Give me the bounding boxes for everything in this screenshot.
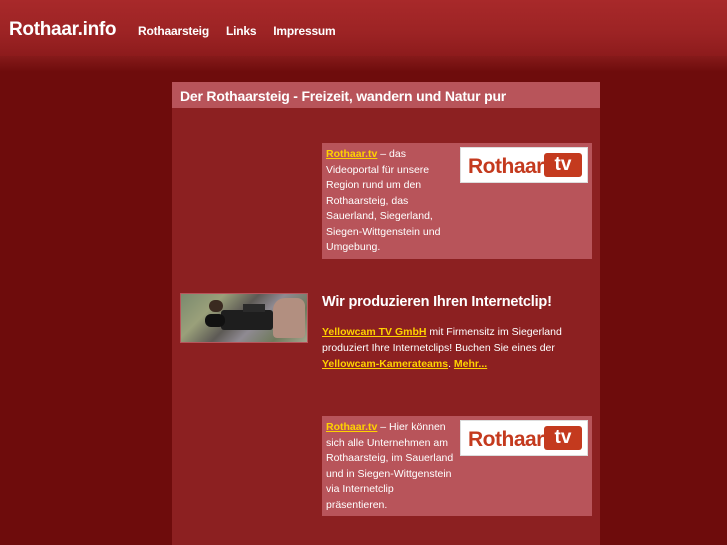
main-nav: Rothaarsteig Links Impressum xyxy=(138,24,336,38)
cameraman-shape xyxy=(273,298,305,338)
rothaar-tv-promo: Rothaar.tv – das Videoportal für unsere … xyxy=(322,143,592,259)
nav-link-rothaarsteig[interactable]: Rothaarsteig xyxy=(138,24,209,38)
nav-link-links[interactable]: Links xyxy=(226,24,257,38)
promo2-text: Rothaar.tv – Hier können sich alle Unter… xyxy=(326,420,454,513)
header-fade xyxy=(0,56,727,72)
rothaar-tv-link-2[interactable]: Rothaar.tv xyxy=(326,421,377,433)
yellowcam-kamerateams-link[interactable]: Yellowcam-Kamerateams xyxy=(322,358,448,370)
promo-text: Rothaar.tv – das Videoportal für unsere … xyxy=(326,147,454,256)
cameraman-hair-shape xyxy=(209,300,223,312)
rothaar-tv-link[interactable]: Rothaar.tv xyxy=(326,148,377,160)
camera-top-shape xyxy=(243,304,265,312)
rothaar-tv-logo-box-2: tv xyxy=(544,426,582,450)
title-bar: Der Rothaarsteig - Freizeit, wandern und… xyxy=(172,82,600,108)
rothaar-tv-logo-box: tv xyxy=(544,153,582,177)
camera-shape xyxy=(221,310,273,330)
camera-lens-shape xyxy=(205,314,225,327)
rothaar-tv-logo[interactable]: Rothaar. tv xyxy=(460,147,588,183)
yellowcam-heading: Wir produzieren Ihren Internetclip! xyxy=(322,294,552,310)
header-bar: Rothaar.info Rothaarsteig Links Impressu… xyxy=(0,0,727,56)
site-logo[interactable]: Rothaar.info xyxy=(9,19,117,41)
page-title: Der Rothaarsteig - Freizeit, wandern und… xyxy=(180,88,507,104)
rothaar-tv-business-promo: Rothaar.tv – Hier können sich alle Unter… xyxy=(322,416,592,516)
rothaar-tv-logo-text: Rothaar. xyxy=(468,155,549,178)
promo-description: – das Videoportal für unsere Region rund… xyxy=(326,148,441,253)
rothaar-tv-logo-2[interactable]: Rothaar. tv xyxy=(460,420,588,456)
content-panel: Der Rothaarsteig - Freizeit, wandern und… xyxy=(172,82,600,545)
promo2-description: – Hier können sich alle Unternehmen am R… xyxy=(326,421,454,511)
camera-crew-photo[interactable] xyxy=(180,293,308,343)
yellowcam-text: Yellowcam TV GmbH mit Firmensitz im Sieg… xyxy=(322,324,584,372)
yellowcam-more-link[interactable]: Mehr... xyxy=(454,358,487,370)
rothaar-tv-logo-text-2: Rothaar. xyxy=(468,428,549,451)
yellowcam-tv-link[interactable]: Yellowcam TV GmbH xyxy=(322,326,426,338)
nav-link-impressum[interactable]: Impressum xyxy=(273,24,335,38)
